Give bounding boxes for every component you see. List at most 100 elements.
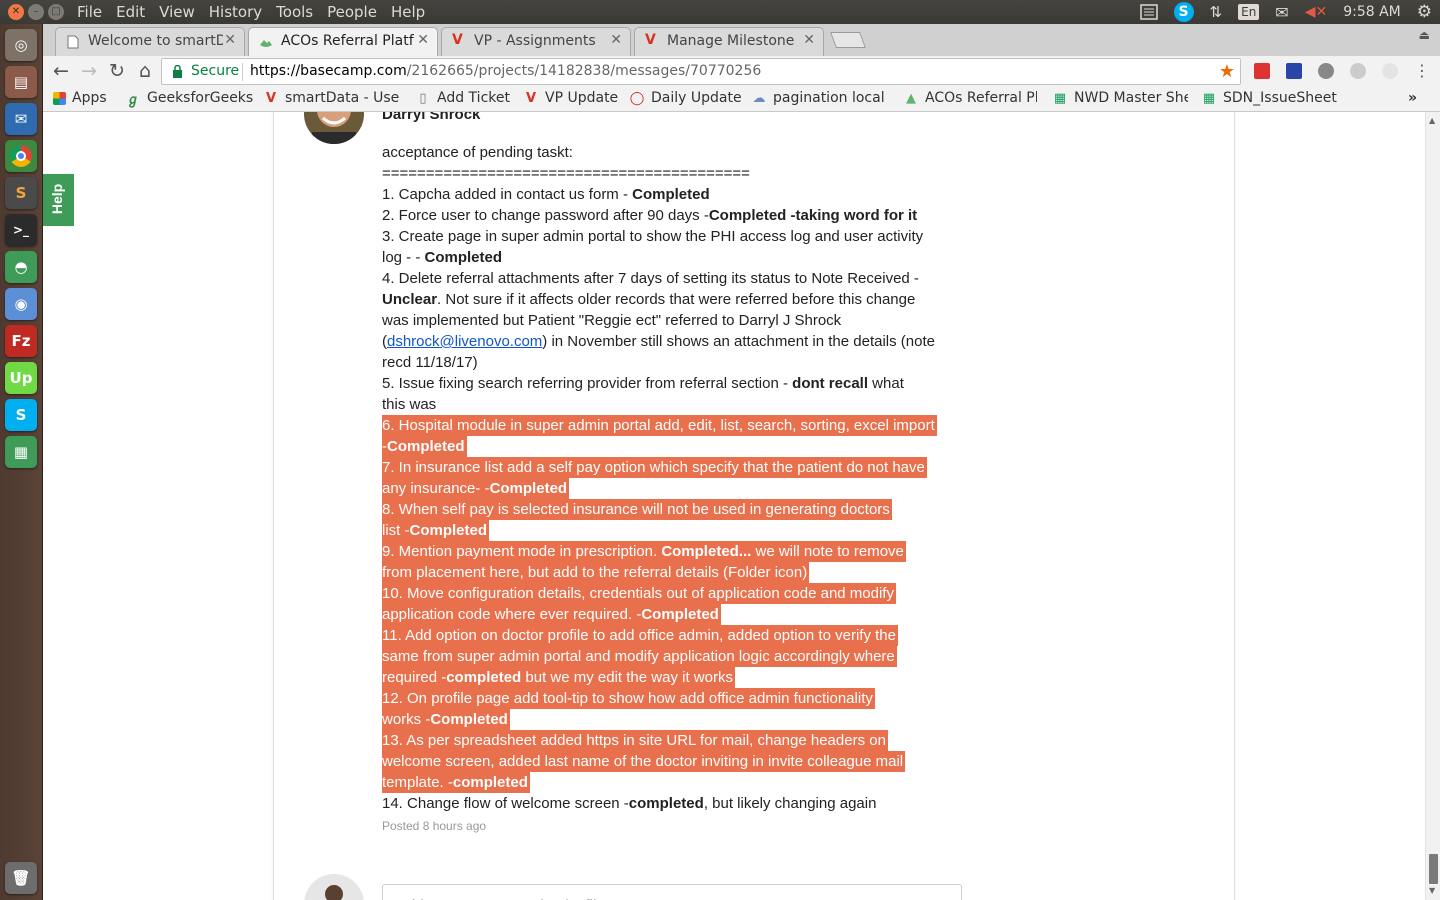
bookmark-apps[interactable]: Apps [53,90,107,106]
thunderbird-icon[interactable]: ✉ [5,103,37,135]
close-tab-icon[interactable]: ✕ [610,32,622,48]
url-text[interactable]: https://basecamp.com/2162665/projects/14… [250,63,761,79]
menu-tools[interactable]: Tools [269,2,320,22]
message-line: 2. Force user to change password after 9… [382,205,982,226]
item-text: from placement here, but add to the refe… [382,564,808,581]
status-text: Completed -taking word for it [708,207,918,224]
bookmark-star-icon[interactable]: ★ [1219,61,1235,82]
page-scrollbar[interactable]: ▲ ▼ [1425,112,1440,900]
menu-edit[interactable]: Edit [109,2,152,22]
maximize-window-icon[interactable]: □ [48,4,64,20]
chrome-icon[interactable] [5,140,37,172]
reload-button[interactable]: ↻ [105,59,129,83]
scroll-thumb[interactable] [1429,854,1438,884]
volume-muted-icon[interactable]: ◀✕ [1305,4,1328,20]
launcher: ◎ ▤ ✉ S >_ ◓ ◉ Fz Up S ▦ 🗑 [0,24,43,900]
comment-input[interactable]: Add a comment or upload a file... [382,884,962,900]
bookmark-label: pagination local [773,90,885,106]
spreadsheet-icon[interactable]: ▦ [5,436,37,468]
extension-m-icon[interactable] [1318,63,1334,79]
bookmark-vp-update[interactable]: V VP Update [523,90,618,106]
clock[interactable]: 9:58 AM [1343,4,1401,20]
bookmark-smartdata[interactable]: VsmartData - User [263,90,399,106]
commenter-avatar [304,874,364,900]
extension-blue-icon[interactable] [1286,63,1302,79]
posted-timestamp: Posted 8 hours ago [382,819,487,833]
minimize-window-icon[interactable]: – [28,4,44,20]
author-name[interactable]: Darryl Shrock [382,112,982,124]
keyboard-layout-indicator[interactable]: En [1238,4,1260,20]
notes-tray-icon[interactable] [1139,4,1158,20]
close-window-icon[interactable]: ✕ [8,4,24,20]
skype-tray-icon[interactable]: S [1173,2,1194,22]
profile-icon[interactable]: ⏏ [1419,28,1430,42]
bookmark-add-ticket[interactable]: ▯ Add Ticket [415,90,510,106]
chrome-menu-icon[interactable]: ⋮ [1410,59,1434,83]
help-tab[interactable]: Help [43,174,74,226]
app-menu: File Edit View History Tools People Help [70,2,432,22]
back-button[interactable]: ← [49,59,73,83]
secure-label: Secure [191,63,240,79]
item-text: welcome screen, added last name of the d… [382,753,904,770]
email-link[interactable]: dshrock@livenovo.com [387,333,542,350]
bookmark-pagination-local[interactable]: ☁ pagination local [751,90,885,106]
chat-app-icon[interactable]: ◉ [5,288,37,320]
message-line: (dshrock@livenovo.com) in November still… [382,331,982,352]
bookmark-acos-referral[interactable]: ▲ ACOs Referral Pl [903,90,1037,106]
address-bar[interactable]: Secure https://basecamp.com/2162665/proj… [161,58,1241,85]
menu-view[interactable]: View [152,2,202,22]
skype-icon[interactable]: S [5,399,37,431]
remote-desktop-icon[interactable]: ◓ [5,251,37,283]
menu-file[interactable]: File [70,2,109,22]
extension-grey-icon[interactable] [1350,63,1366,79]
message-line: 3. Create page in super admin portal to … [382,226,982,247]
status-text: completed [452,774,528,791]
item-text: ) in November still shows an attachment … [542,333,935,350]
bookmark-daily-update[interactable]: ◯ Daily Update [629,90,742,106]
trash-icon[interactable]: 🗑 [5,862,37,894]
item-text: application code where ever required. - [382,606,642,623]
item-text: 11. Add option on doctor profile to add … [382,627,896,644]
bookmark-geeksforgeeks[interactable]: ℊ GeeksforGeeks [125,90,253,108]
bookmark-nwd-master-sheet[interactable]: ▦ NWD Master She [1052,90,1188,106]
item-text: 5. Issue fixing search referring provide… [382,375,793,392]
menu-people[interactable]: People [320,2,384,22]
dash-search-icon[interactable]: ◎ [5,29,37,61]
settings-gear-icon[interactable]: ⚙ [1417,2,1432,22]
bookmarks-bar: Apps ℊ GeeksforGeeks VsmartData - User ▯ A… [43,86,1440,112]
bookmark-sdn-issuesheet[interactable]: ▦ SDN_IssueSheet [1201,90,1337,106]
menu-history[interactable]: History [202,2,269,22]
menu-help[interactable]: Help [384,2,432,22]
forward-button[interactable]: → [77,59,101,83]
gfg-icon: ℊ [126,92,140,108]
close-tab-icon[interactable]: ✕ [417,32,429,48]
files-icon[interactable]: ▤ [5,66,37,98]
upwork-icon[interactable]: Up [5,362,37,394]
network-tray-icon[interactable]: ⇅ [1210,3,1223,21]
author-avatar[interactable] [304,112,364,144]
terminal-icon[interactable]: >_ [5,214,37,246]
close-tab-icon[interactable]: ✕ [224,32,236,48]
tab-acos-referral[interactable]: ACOs Referral Platf ✕ [248,27,438,56]
sublime-text-icon[interactable]: S [5,177,37,209]
status-text: Completed [489,480,568,497]
scroll-down-icon[interactable]: ▼ [1429,886,1435,895]
bookmark-label: Add Ticket [437,90,510,106]
line-text: Unclear. Not sure if it affects older re… [382,291,915,308]
mail-tray-icon[interactable]: ✉ [1275,3,1288,22]
bookmarks-overflow-icon[interactable]: » [1408,90,1417,106]
message-line: recd 11/18/17) [382,352,982,373]
tab-manage-milestone[interactable]: V Manage Milestone ✕ [634,27,824,56]
extension-light-icon[interactable] [1382,63,1398,79]
filezilla-icon[interactable]: Fz [5,325,37,357]
tab-welcome[interactable]: Welcome to smartD ✕ [55,27,245,56]
line-text: (dshrock@livenovo.com) in November still… [382,333,935,350]
home-button[interactable]: ⌂ [133,59,157,83]
status-text: Completed [409,522,488,539]
line-text: 14. Change flow of welcome screen -compl… [382,795,876,812]
scroll-up-icon[interactable]: ▲ [1429,116,1435,125]
new-tab-button[interactable] [830,32,866,48]
close-tab-icon[interactable]: ✕ [803,32,815,48]
tab-vp-assignments[interactable]: V VP - Assignments ✕ [441,27,631,56]
extension-book-icon[interactable] [1254,63,1270,79]
